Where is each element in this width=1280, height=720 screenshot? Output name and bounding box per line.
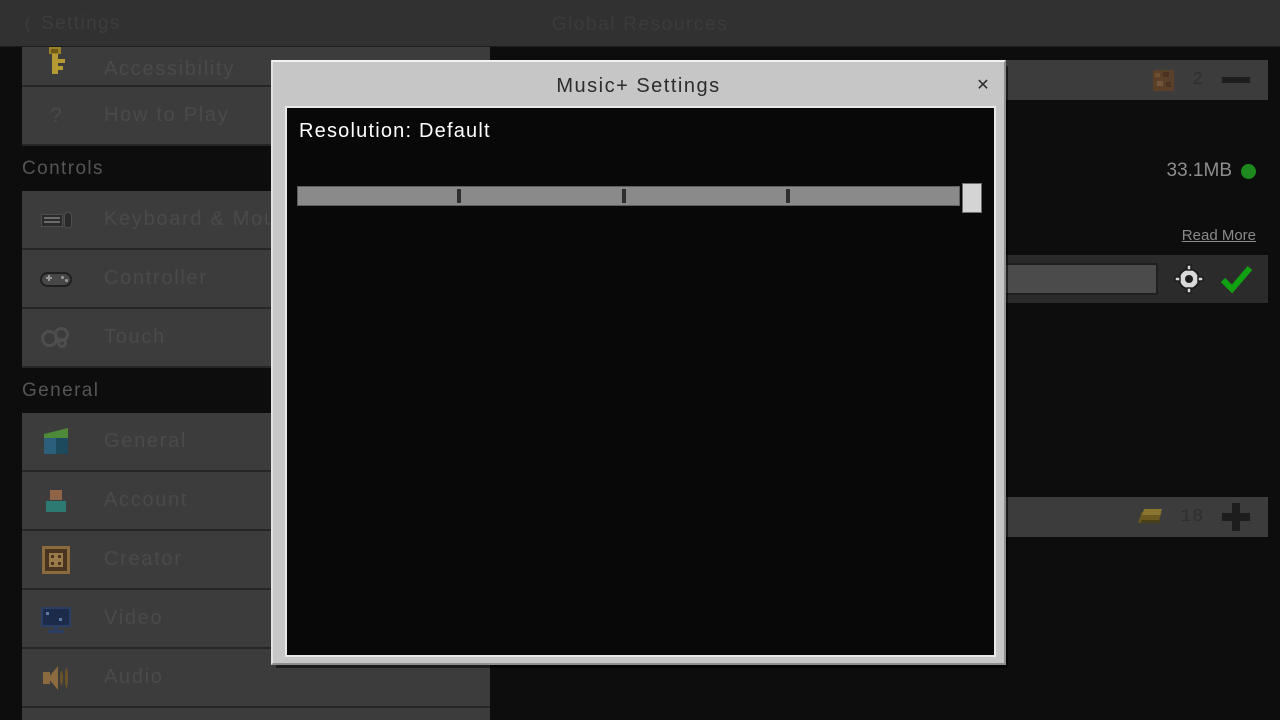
plus-icon[interactable] <box>1222 503 1250 531</box>
slider-track[interactable] <box>297 186 960 206</box>
controller-icon <box>34 259 78 299</box>
speaker-icon <box>34 658 78 698</box>
resolution-setting-label: Resolution: Default <box>299 120 491 142</box>
read-more-link[interactable]: Read More <box>1182 227 1256 244</box>
touch-icon <box>34 318 78 358</box>
slider-tick <box>622 189 626 203</box>
pack-size-status: 33.1MB <box>1167 160 1256 182</box>
music-plus-settings-dialog: Music+ Settings ✕ Resolution: Default <box>271 60 1006 665</box>
page-title: Global Resources <box>551 14 729 35</box>
sidebar-item-label: Creator <box>104 548 183 570</box>
resolution-slider[interactable] <box>297 183 984 213</box>
dialog-content: Resolution: Default <box>285 106 996 657</box>
book-stack-icon <box>1138 508 1163 526</box>
grass-cube-icon <box>34 422 78 462</box>
sidebar-item-label: Controller <box>104 267 208 289</box>
sidebar-group-label: Controls <box>22 157 104 179</box>
question-mark-icon: ? <box>50 103 62 127</box>
sidebar-item-label: Account <box>104 489 189 511</box>
green-check-icon[interactable] <box>1220 264 1254 294</box>
account-icon <box>34 481 78 521</box>
sidebar-item-label: Video <box>104 607 164 629</box>
minus-icon[interactable] <box>1222 77 1250 83</box>
status-badge <box>1241 163 1256 179</box>
sidebar-item-label: Accessibility <box>104 58 236 80</box>
dialog-title-bar: Music+ Settings ✕ <box>273 62 1004 109</box>
slider-tick <box>786 189 790 203</box>
creator-icon <box>34 540 78 580</box>
key-icon <box>34 47 78 81</box>
sidebar-item-partial[interactable] <box>22 708 490 720</box>
slider-handle[interactable] <box>962 183 982 213</box>
available-pack-count: 18 <box>1180 507 1204 527</box>
sidebar-group-label: General <box>22 379 100 401</box>
pack-size-label: 33.1MB <box>1166 160 1232 181</box>
slider-tick <box>457 189 461 203</box>
dirt-block-icon <box>1153 69 1175 91</box>
sidebar-item-label: General <box>104 430 188 452</box>
active-pack-count: 2 <box>1192 70 1204 90</box>
sidebar-item-label: Touch <box>104 326 166 348</box>
close-icon[interactable]: ✕ <box>972 75 994 97</box>
sidebar-item-label: Audio <box>104 666 164 688</box>
sidebar-item-label: How to Play <box>104 104 230 126</box>
app-screen: ⟨ Settings Global Resources Accessibilit… <box>0 0 1280 720</box>
monitor-icon <box>34 599 78 639</box>
dialog-title: Music+ Settings <box>556 75 721 97</box>
gear-icon[interactable] <box>1174 264 1204 294</box>
keyboard-mouse-icon <box>34 200 78 240</box>
top-header-bar: ⟨ Settings Global Resources <box>0 0 1280 47</box>
